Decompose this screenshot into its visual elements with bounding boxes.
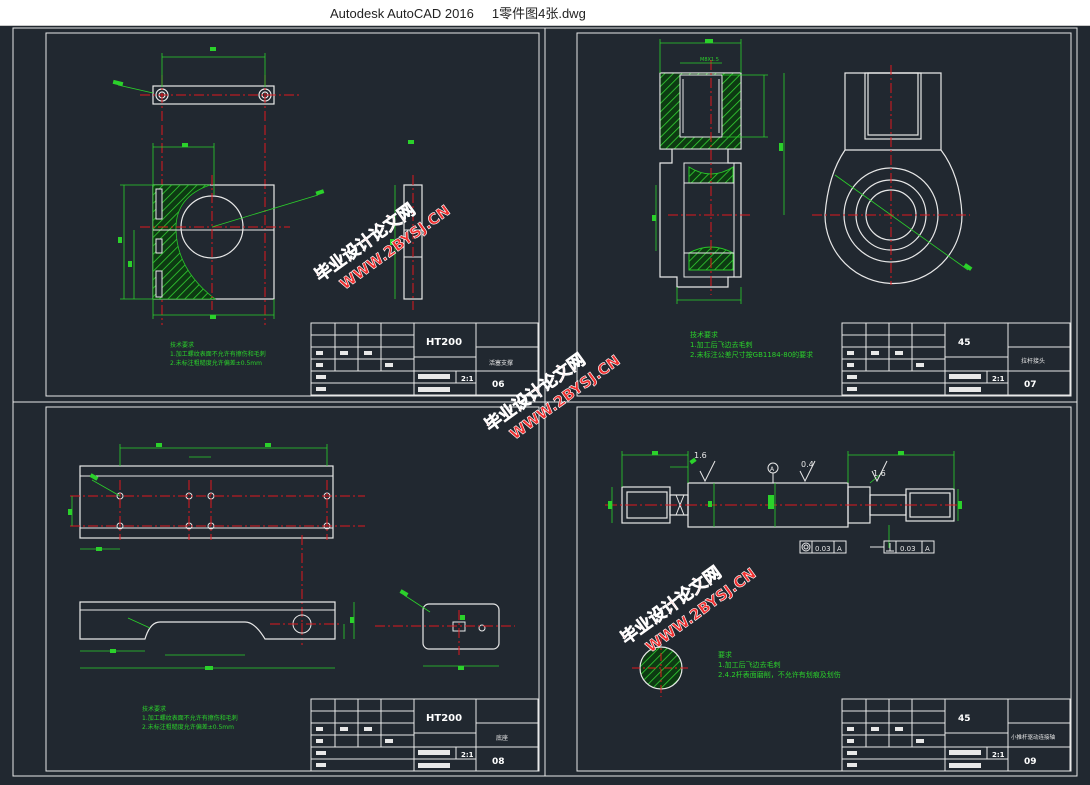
datum-label: A [770,466,775,473]
drawing-canvas[interactable]: 技术要求 1.加工螺纹表面不允许有擦伤和毛刺 2.未标注粗糙度允许偏差±0.5m… [0,25,1090,785]
sheet-07-part-name: 拉杆接头 [1021,357,1045,365]
sheet-09-note-2: 2.4.2杆表面磨削，不允许有划痕及划伤 [718,670,841,679]
sheet-08-scale: 2:1 [461,751,474,759]
title-block-08: HT200 底座 2:1 08 [310,698,539,772]
sheet-08-note-1: 1.加工螺纹表面不允许有擦伤和毛刺 [142,714,238,722]
sheet-09-scale: 2:1 [992,751,1005,759]
sheet-09-note-title: 要求 [718,650,732,659]
roughness-label-2: 0.4 [801,460,814,469]
sheet-06-note-1: 1.加工螺纹表面不允许有擦伤和毛刺 [170,350,266,358]
sheet-09-material: 45 [958,714,971,724]
sheet-09-note-1: 1.加工后飞边去毛刺 [718,660,781,669]
title-block-06: HT200 活塞支撑 2:1 06 [310,322,539,396]
sheet-08-number: 08 [492,757,505,767]
window-title: Autodesk AutoCAD 2016 1零件图4张.dwg [330,6,586,21]
sheet-07-note-1: 1.加工后飞边去毛刺 [690,340,753,349]
sheet-08-drawing: 技术要求 1.加工螺纹表面不允许有擦伤和毛刺 2.未标注粗糙度允许偏差±0.5m… [68,443,539,772]
sheet-07-note-title: 技术要求 [690,330,718,339]
tolerance-datum-1: A [837,545,842,553]
sheet-07-material: 45 [958,338,971,348]
sheet-08-note-2: 2.未标注粗糙度允许偏差±0.5mm [142,723,234,731]
sheet-07-number: 07 [1024,380,1037,390]
tolerance-value-1: 0.03 [815,545,831,553]
title-block-09: 45 小推杆驱动连接轴 2:1 09 [841,698,1071,772]
sheet-06-drawing: 技术要求 1.加工螺纹表面不允许有擦伤和毛刺 2.未标注粗糙度允许偏差±0.5m… [112,47,539,396]
roughness-label-3: 1.6 [873,469,886,478]
sheet-09-part-name: 小推杆驱动连接轴 [1011,733,1056,741]
sheet-07-note-2: 2.未标注公差尺寸按GB1184-80的要求 [690,350,813,359]
sheet-06-note-2: 2.未标注粗糙度允许偏差±0.5mm [170,359,262,367]
sheet-06-part-name: 活塞支撑 [489,359,513,367]
sheet-07-scale: 2:1 [992,375,1005,383]
title-bar: Autodesk AutoCAD 2016 1零件图4张.dwg [0,0,1090,26]
roughness-label-1: 1.6 [694,451,707,460]
sheet-06-note-title: 技术要求 [170,341,194,349]
sheet-06-number: 06 [492,380,505,390]
tolerance-datum-2: A [925,545,930,553]
sheet-07-drawing: M8X1.5 技术要求 1.加工后飞边去毛刺 2.未标注公差尺寸按GB1184-… [652,39,1071,396]
sheet-09-number: 09 [1024,757,1037,767]
sheet-08-material: HT200 [426,713,462,724]
sheet-07-thread-dim: M8X1.5 [700,57,719,63]
sheet-08-note-title: 技术要求 [142,705,166,713]
sheet-06-scale: 2:1 [461,375,474,383]
sheet-08-part-name: 底座 [496,734,508,742]
sheet-06-material: HT200 [426,337,462,348]
tolerance-value-2: 0.03 [900,545,916,553]
title-block-07: 45 拉杆接头 2:1 07 [841,322,1071,396]
